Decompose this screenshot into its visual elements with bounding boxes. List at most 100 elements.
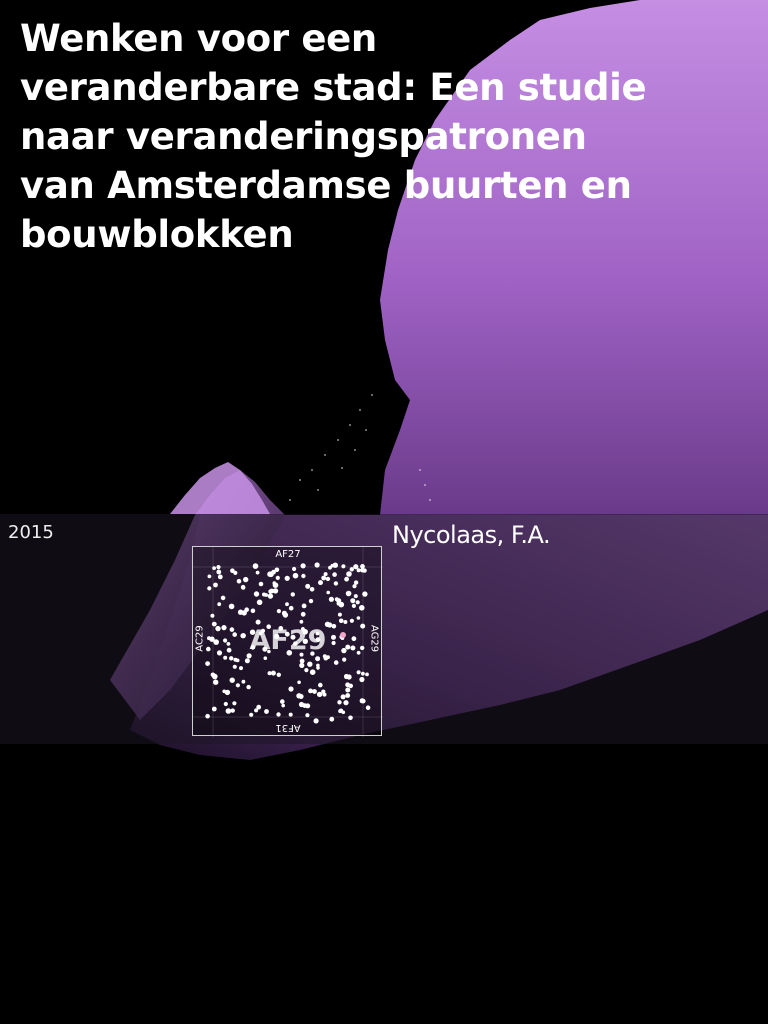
map-dot bbox=[232, 664, 237, 669]
map-dot bbox=[312, 689, 317, 694]
map-dot bbox=[345, 687, 351, 693]
map-dot bbox=[353, 564, 359, 570]
book-title: Wenken voor een veranderbare stad: Een s… bbox=[20, 17, 647, 256]
map-dot bbox=[220, 595, 226, 601]
map-dot bbox=[316, 691, 323, 698]
map-dot bbox=[299, 658, 305, 664]
map-dot bbox=[211, 706, 217, 712]
map-dot bbox=[332, 562, 338, 568]
map-dot bbox=[340, 694, 346, 700]
map-dot bbox=[213, 582, 218, 588]
map-dot bbox=[228, 603, 235, 610]
map-dot bbox=[300, 611, 306, 617]
map-dot bbox=[262, 592, 266, 597]
map-dot bbox=[359, 605, 365, 611]
grid-label-top: AF27 bbox=[275, 549, 301, 560]
map-dot bbox=[318, 682, 323, 688]
map-dot bbox=[276, 672, 281, 677]
map-dot bbox=[255, 570, 260, 575]
map-dot bbox=[344, 576, 349, 582]
map-dot bbox=[281, 703, 285, 708]
map-dot bbox=[288, 686, 294, 692]
map-dot bbox=[321, 575, 327, 581]
map-dot bbox=[268, 589, 273, 594]
map-dot bbox=[255, 619, 261, 625]
grid-label-center: AF29 bbox=[249, 625, 327, 656]
map-dot bbox=[229, 677, 235, 683]
map-dot bbox=[240, 584, 246, 590]
map-dot bbox=[365, 672, 369, 677]
map-dot bbox=[356, 670, 361, 675]
map-dot bbox=[349, 618, 354, 623]
author-name: Nycolaas, F.A. bbox=[392, 521, 551, 549]
map-dot bbox=[292, 572, 299, 579]
map-dot bbox=[356, 568, 361, 573]
map-dot bbox=[217, 574, 223, 580]
map-dot bbox=[285, 602, 289, 607]
map-dot bbox=[337, 700, 342, 705]
map-dot bbox=[213, 679, 219, 685]
map-dot bbox=[360, 567, 365, 573]
map-dot bbox=[314, 562, 320, 568]
map-dot bbox=[309, 669, 316, 675]
grid-label-bottom: AF31 bbox=[275, 722, 301, 733]
map-dot bbox=[345, 590, 352, 597]
map-dot bbox=[343, 700, 349, 706]
map-dot bbox=[332, 572, 337, 577]
map-dot bbox=[325, 576, 331, 582]
map-dot bbox=[348, 715, 353, 721]
map-dot bbox=[345, 682, 350, 688]
map-dot bbox=[309, 587, 315, 592]
map-dot bbox=[338, 708, 344, 713]
map-dot bbox=[272, 588, 279, 594]
map-dot bbox=[271, 569, 276, 575]
map-dot bbox=[301, 573, 306, 579]
map-dot bbox=[253, 591, 260, 597]
map-dot bbox=[322, 692, 327, 697]
map-dot bbox=[326, 590, 330, 595]
map-dot bbox=[217, 602, 222, 607]
map-dot bbox=[222, 689, 226, 694]
map-dot bbox=[300, 563, 306, 569]
map-dot bbox=[307, 661, 313, 667]
map-dot bbox=[233, 570, 238, 575]
map-dot bbox=[355, 600, 360, 605]
map-dot bbox=[308, 598, 314, 604]
map-dot bbox=[353, 580, 359, 585]
info-band bbox=[0, 514, 768, 744]
map-dot bbox=[304, 668, 309, 673]
map-dot bbox=[349, 567, 354, 572]
map-dot bbox=[292, 566, 297, 572]
publication-year: 2015 bbox=[8, 522, 54, 543]
map-dot bbox=[323, 572, 328, 577]
map-dot bbox=[267, 593, 274, 599]
map-dot bbox=[353, 594, 358, 599]
map-dot bbox=[207, 574, 212, 579]
map-dot bbox=[241, 610, 247, 616]
map-dot bbox=[276, 712, 281, 717]
map-dot bbox=[297, 680, 301, 685]
map-dot bbox=[258, 581, 264, 587]
map-dot bbox=[249, 712, 254, 717]
map-dot bbox=[223, 655, 228, 660]
map-dot bbox=[281, 610, 287, 616]
map-dot bbox=[305, 583, 311, 589]
map-dot bbox=[350, 598, 356, 604]
map-dot bbox=[276, 609, 281, 614]
map-dot bbox=[235, 683, 240, 688]
map-dot bbox=[288, 605, 294, 611]
map-dot bbox=[272, 582, 279, 588]
map-dot bbox=[346, 674, 352, 680]
map-dot bbox=[216, 569, 222, 575]
map-dot bbox=[284, 575, 290, 581]
map-grid-panel: AF27 AF31 AC29 AG29 AF29 bbox=[192, 546, 383, 737]
map-dot bbox=[256, 599, 263, 606]
map-dot bbox=[239, 666, 243, 671]
map-dot bbox=[241, 679, 246, 684]
map-dot bbox=[205, 713, 210, 719]
map-dot bbox=[333, 581, 339, 586]
map-dot bbox=[230, 708, 235, 713]
map-dot bbox=[341, 564, 346, 569]
map-dot bbox=[288, 712, 293, 717]
map-dot bbox=[345, 693, 351, 698]
